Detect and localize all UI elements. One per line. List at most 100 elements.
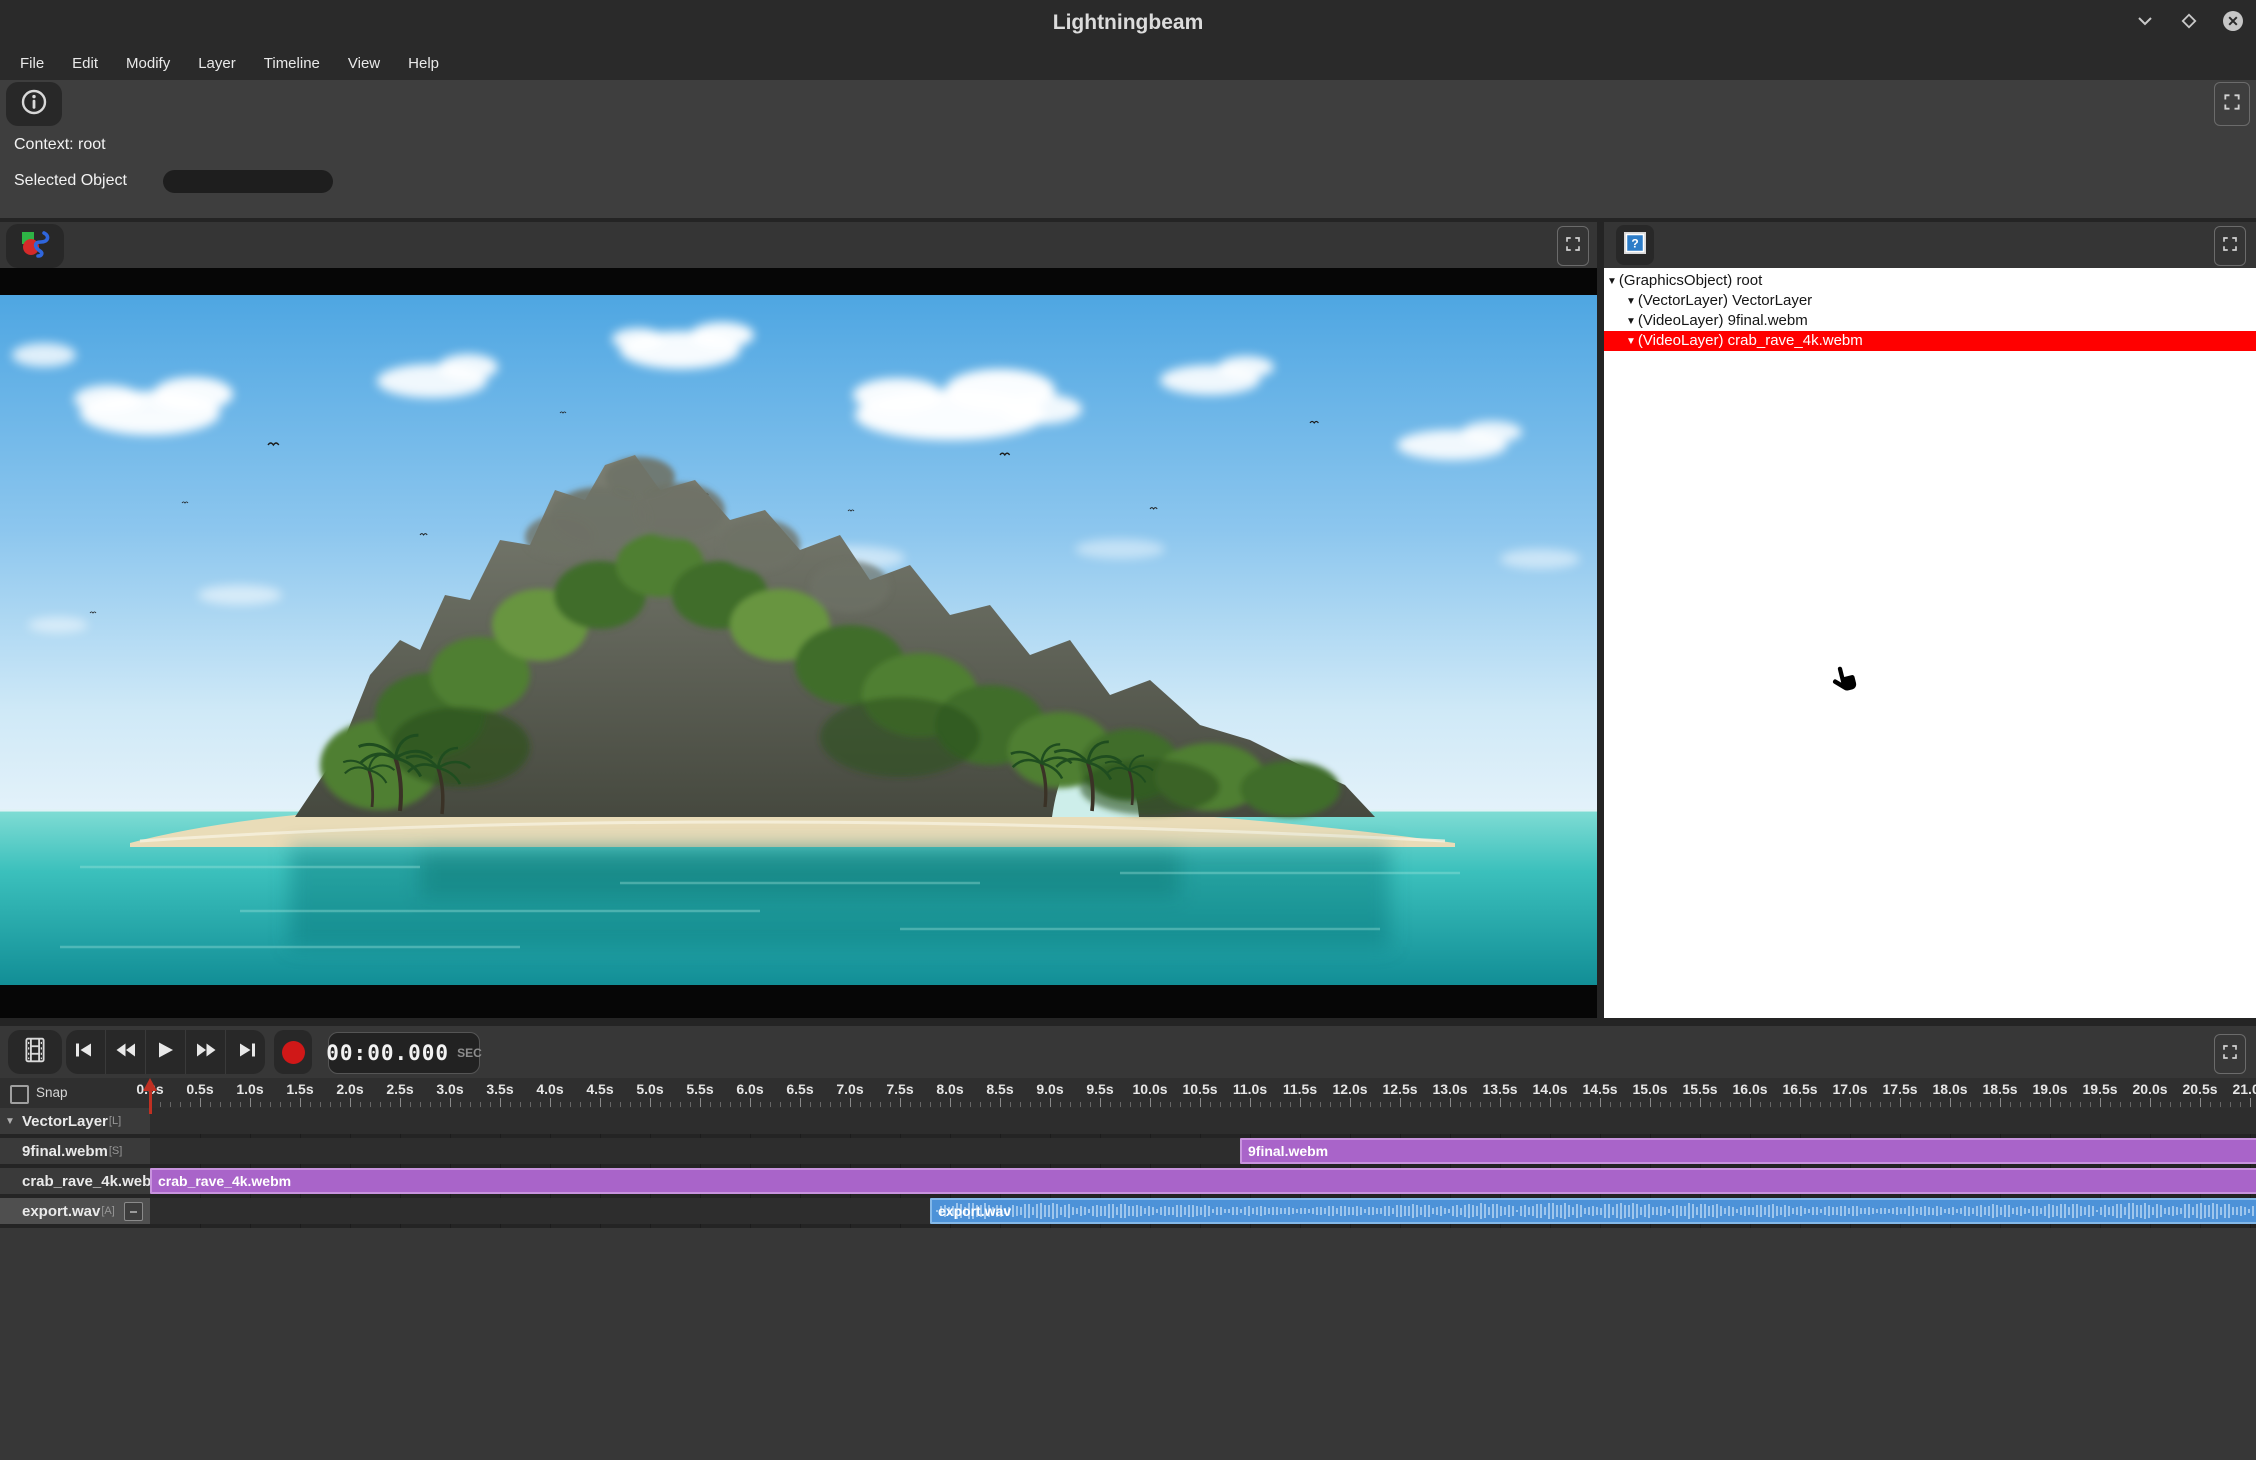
timeline-ruler[interactable]: Snap 0.0s0.5s1.0s1.5s2.0s2.5s3.0s3.5s4.0… [0,1078,2256,1108]
ruler-tick [570,1102,571,1107]
tree-item[interactable]: ▼(VideoLayer) crab_rave_4k.webm [1604,331,2256,351]
selected-object-input[interactable] [163,170,333,193]
tree-item-label: (GraphicsObject) root [1619,272,1762,289]
transport-play-button[interactable] [146,1030,186,1074]
ruler-tick [1130,1102,1131,1107]
tree-item[interactable]: ▼(VectorLayer) VectorLayer [1604,291,2256,311]
menubar: FileEditModifyLayerTimelineViewHelp [0,46,2256,80]
ruler-tick [1620,1102,1621,1107]
ruler-tick [380,1102,381,1107]
tree-expand-icon[interactable]: ▼ [1607,276,1617,287]
close-button[interactable] [2222,12,2244,34]
tree-item[interactable]: ▼(VideoLayer) 9final.webm [1604,311,2256,331]
tree-item[interactable]: ▼(GraphicsObject) root [1604,271,2256,291]
tree-item-label: (VideoLayer) crab_rave_4k.webm [1638,332,1863,349]
track-lane-0[interactable] [150,1108,2256,1134]
ruler-tick [210,1102,211,1107]
ruler-tick-label: 2.0s [336,1081,363,1097]
objects-tool-button[interactable]: ? [1616,225,1654,265]
track-lane-3[interactable]: export.wav [150,1198,2256,1224]
track-label-export-wav[interactable]: export.wav[A] [0,1198,150,1224]
ruler-tick [390,1102,391,1107]
tree-expand-icon[interactable]: ▼ [1626,316,1636,327]
draw-shapes-button[interactable] [6,224,64,268]
ruler-tick [430,1102,431,1107]
ruler-scale[interactable]: 0.0s0.5s1.0s1.5s2.0s2.5s3.0s3.5s4.0s4.5s… [150,1078,2256,1108]
ruler-tick-label: 13.0s [1432,1081,1467,1097]
track-lane-2[interactable]: crab_rave_4k.webm [150,1168,2256,1194]
fullscreen-icon [2221,1043,2239,1066]
transport-skip-start-button[interactable] [66,1030,106,1074]
ruler-tick [930,1102,931,1107]
collapse-icon[interactable]: ▼ [5,1116,15,1127]
snap-checkbox[interactable] [10,1085,29,1104]
tree-expand-icon[interactable]: ▼ [1626,336,1636,347]
ruler-tick [1340,1102,1341,1107]
ruler-tick-label: 14.5s [1582,1081,1617,1097]
ruler-tick [2210,1102,2211,1107]
ruler-tick [330,1102,331,1107]
clip-9final-webm[interactable]: 9final.webm [1240,1138,2256,1164]
objects-fullscreen-button[interactable] [2214,226,2246,266]
transport-fast-forward-button[interactable] [186,1030,226,1074]
menu-item-timeline[interactable]: Timeline [250,51,334,76]
track-label-crab-rave-4k-webm[interactable]: crab_rave_4k.webm[S] [0,1168,150,1194]
playhead-line[interactable] [149,1082,152,1114]
menu-item-modify[interactable]: Modify [112,51,184,76]
track-toggle[interactable] [124,1202,143,1221]
info-tool-button[interactable] [6,82,62,126]
ruler-tick [1690,1102,1691,1107]
menu-item-layer[interactable]: Layer [184,51,250,76]
ruler-tick [660,1102,661,1107]
ruler-tick [170,1102,171,1107]
ruler-tick [1310,1102,1311,1107]
clip-export-wav[interactable]: export.wav [930,1198,2256,1224]
ruler-tick [1280,1102,1281,1107]
ruler-tick [1060,1102,1061,1107]
ruler-tick-label: 9.5s [1086,1081,1113,1097]
ruler-tick [500,1098,501,1107]
hand-cursor-icon [1826,662,1862,702]
ruler-tick-label: 6.0s [736,1081,763,1097]
timeline-tool-button[interactable] [8,1030,62,1074]
maximize-button[interactable] [2178,12,2200,34]
ruler-tick [1210,1102,1211,1107]
ruler-tick-label: 16.0s [1732,1081,1767,1097]
ruler-tick [2140,1102,2141,1107]
transport-controls [66,1030,265,1074]
ruler-tick [270,1102,271,1107]
ruler-tick [2090,1102,2091,1107]
ruler-tick [1380,1102,1381,1107]
ruler-tick [1040,1102,1041,1107]
ruler-tick [720,1102,721,1107]
stage-panel[interactable] [0,222,1597,1018]
transport-rewind-button[interactable] [106,1030,146,1074]
clip-crab-rave-4k-webm[interactable]: crab_rave_4k.webm [150,1168,2256,1194]
objects-header: ? [1604,222,2256,268]
ruler-tick [850,1098,851,1107]
menu-item-view[interactable]: View [334,51,394,76]
menu-item-file[interactable]: File [6,51,58,76]
track-labels: ▼VectorLayer[L] 9final.webm[S] crab_rave_4… [0,1108,150,1228]
timeline-fullscreen-button[interactable] [2214,1034,2246,1074]
menu-item-help[interactable]: Help [394,51,453,76]
track-label-vectorlayer[interactable]: ▼VectorLayer[L] [0,1108,150,1134]
track-label-9final-webm[interactable]: 9final.webm[S] [0,1138,150,1164]
ruler-tick-label: 0.5s [186,1081,213,1097]
track-lane-1[interactable]: 9final.webm [150,1138,2256,1164]
info-fullscreen-button[interactable] [2214,82,2250,126]
ruler-tick-label: 1.0s [236,1081,263,1097]
record-button[interactable] [274,1030,312,1074]
minimize-button[interactable] [2134,12,2156,34]
ruler-tick [2220,1102,2221,1107]
ruler-tick [2240,1102,2241,1107]
tree-expand-icon[interactable]: ▼ [1626,296,1636,307]
stage-fullscreen-button[interactable] [1557,226,1589,266]
ruler-tick-label: 3.0s [436,1081,463,1097]
menu-item-edit[interactable]: Edit [58,51,112,76]
ruler-tick [1790,1102,1791,1107]
ruler-tick [2070,1102,2071,1107]
ruler-tick [1110,1102,1111,1107]
transport-skip-end-button[interactable] [226,1030,265,1074]
ruler-tick [1550,1098,1551,1107]
